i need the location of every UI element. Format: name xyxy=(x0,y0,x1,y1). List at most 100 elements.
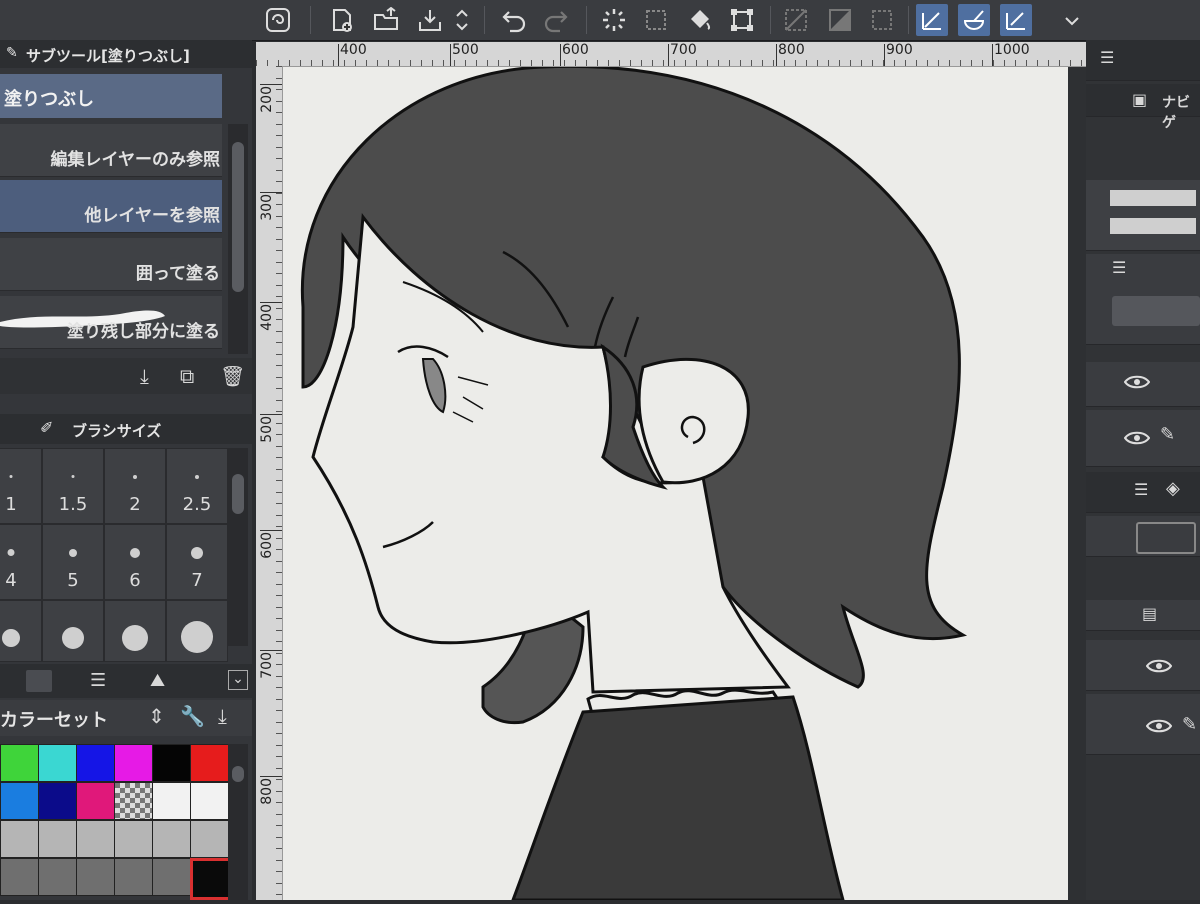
brush-size-7[interactable]: 7 xyxy=(166,524,228,600)
color-swatch[interactable] xyxy=(0,744,40,782)
subtool-scrollbar[interactable] xyxy=(228,124,248,354)
color-swatch[interactable] xyxy=(114,858,154,896)
deselect-icon[interactable] xyxy=(866,4,898,36)
color-swatch[interactable] xyxy=(152,782,192,820)
new-file-icon[interactable] xyxy=(326,4,358,36)
brush-size-scrollbar[interactable] xyxy=(228,448,248,646)
layer-settings-icon[interactable]: ▤ xyxy=(1142,604,1157,623)
color-swatch[interactable] xyxy=(38,820,78,858)
save-icon[interactable] xyxy=(414,4,446,36)
menu-icon[interactable]: ☰ xyxy=(1134,480,1148,499)
ruler-minor-tick xyxy=(1070,60,1071,66)
wrench-icon[interactable]: 🔧 xyxy=(180,704,205,728)
busy-spinner-icon[interactable] xyxy=(598,4,630,36)
brush-size-large[interactable] xyxy=(104,600,166,662)
color-swatch[interactable] xyxy=(76,858,116,896)
color-set-tab-icon[interactable] xyxy=(26,670,52,692)
layer-row[interactable] xyxy=(1086,640,1200,691)
ruler-minor-tick xyxy=(276,445,282,447)
color-swatch[interactable] xyxy=(76,744,116,782)
mountain-tab-icon[interactable]: ⛰ xyxy=(150,670,165,691)
app-logo-icon[interactable] xyxy=(262,4,294,36)
zoom-slider[interactable] xyxy=(1110,190,1196,206)
brush-size-2-5[interactable]: 2.5 xyxy=(166,448,228,524)
undo-icon[interactable] xyxy=(498,4,530,36)
ref-layer-icon[interactable] xyxy=(916,4,948,36)
color-swatch[interactable] xyxy=(38,782,78,820)
color-swatch[interactable] xyxy=(114,782,154,820)
color-swatch[interactable] xyxy=(114,820,154,858)
subtool-panel-header: ✎ サブツール[塗りつぶし] xyxy=(0,40,252,68)
chevron-updown-icon[interactable]: ⇕ xyxy=(148,704,165,728)
chevron-updown-icon[interactable] xyxy=(452,4,472,36)
ruler-minor-tick xyxy=(1059,60,1060,66)
eye-icon[interactable] xyxy=(1146,718,1172,734)
eye-icon[interactable] xyxy=(1124,430,1150,446)
toolbar-separator xyxy=(770,6,771,34)
color-swatch[interactable] xyxy=(38,858,78,896)
property-button[interactable] xyxy=(1112,296,1200,326)
layer-row-active[interactable]: ✎ xyxy=(1086,410,1200,467)
chevron-down-icon[interactable]: ⌄ xyxy=(228,670,248,690)
ref-brush-icon[interactable] xyxy=(958,4,990,36)
brush-size-large[interactable] xyxy=(42,600,104,662)
clear-outside-icon[interactable] xyxy=(780,4,812,36)
brush-size-5[interactable]: 5 xyxy=(42,524,104,600)
selection-dashed-icon[interactable] xyxy=(640,4,672,36)
color-set-scrollbar[interactable] xyxy=(228,744,248,900)
menu-icon[interactable]: ☰ xyxy=(1112,258,1126,277)
open-folder-icon[interactable] xyxy=(370,4,402,36)
color-swatch[interactable] xyxy=(114,744,154,782)
layers-icon[interactable]: ◈ xyxy=(1166,478,1180,499)
color-swatch[interactable] xyxy=(190,744,230,782)
color-swatch[interactable] xyxy=(0,820,40,858)
fill-selection-icon[interactable] xyxy=(824,4,856,36)
trash-icon[interactable]: 🗑 xyxy=(220,364,245,388)
navigator-tab[interactable]: ▣ ナビゲ xyxy=(1086,84,1200,131)
fill-bucket-icon[interactable] xyxy=(684,4,716,36)
color-swatch[interactable] xyxy=(152,744,192,782)
layer-row[interactable]: ✎ xyxy=(1086,694,1200,755)
rotate-slider[interactable] xyxy=(1110,218,1196,234)
chevron-down-icon[interactable] xyxy=(1060,4,1084,36)
ruler-major-tick xyxy=(260,302,282,303)
duplicate-icon[interactable]: ⧉ xyxy=(180,364,194,388)
import-icon[interactable]: ⤓ xyxy=(140,364,149,388)
color-swatch[interactable] xyxy=(0,858,40,896)
eye-icon[interactable] xyxy=(1146,658,1172,674)
redo-icon[interactable] xyxy=(540,4,572,36)
brush-size-large[interactable] xyxy=(0,600,42,662)
menu-icon[interactable]: ☰ xyxy=(1100,48,1114,67)
color-swatch[interactable] xyxy=(0,782,40,820)
brush-size-4[interactable]: 4 xyxy=(0,524,42,600)
layer-row[interactable] xyxy=(1086,362,1200,407)
color-swatch[interactable] xyxy=(76,820,116,858)
transform-icon[interactable] xyxy=(726,4,758,36)
ruler-minor-tick xyxy=(575,60,576,66)
brush-size-large[interactable] xyxy=(166,600,228,662)
ref-pen-icon[interactable] xyxy=(1000,4,1032,36)
selected-subtool[interactable]: 塗りつぶし xyxy=(0,74,222,118)
drawing-canvas[interactable] xyxy=(283,67,1068,900)
color-swatch[interactable] xyxy=(152,858,192,896)
color-swatch[interactable] xyxy=(38,744,78,782)
blend-mode-dropdown[interactable] xyxy=(1136,522,1196,554)
subtool-item-refer-other-layers[interactable]: 他レイヤーを参照 xyxy=(0,180,222,233)
import-icon[interactable]: ⤓ xyxy=(218,704,227,728)
subtool-item-enclose-fill[interactable]: 囲って塗る xyxy=(0,238,222,291)
brush-size-1[interactable]: 1 xyxy=(0,448,42,524)
color-swatch[interactable] xyxy=(190,820,230,858)
eye-icon[interactable] xyxy=(1124,374,1150,390)
subtool-item-edit-layer-only[interactable]: 編集レイヤーのみ参照 xyxy=(0,124,222,177)
color-swatch[interactable] xyxy=(190,782,230,820)
blend-mode-row[interactable] xyxy=(1086,516,1200,557)
color-swatch[interactable] xyxy=(152,820,192,858)
brush-size-2[interactable]: 2 xyxy=(104,448,166,524)
subtool-item-fill-unfilled[interactable]: 塗り残し部分に塗る xyxy=(0,296,222,349)
color-swatch[interactable] xyxy=(76,782,116,820)
brush-size-label: 1.5 xyxy=(58,494,88,515)
slider-tab-icon[interactable]: ☰ xyxy=(90,670,106,691)
ruler-label: 400 xyxy=(340,42,367,58)
brush-size-6[interactable]: 6 xyxy=(104,524,166,600)
brush-size-1-5[interactable]: 1.5 xyxy=(42,448,104,524)
